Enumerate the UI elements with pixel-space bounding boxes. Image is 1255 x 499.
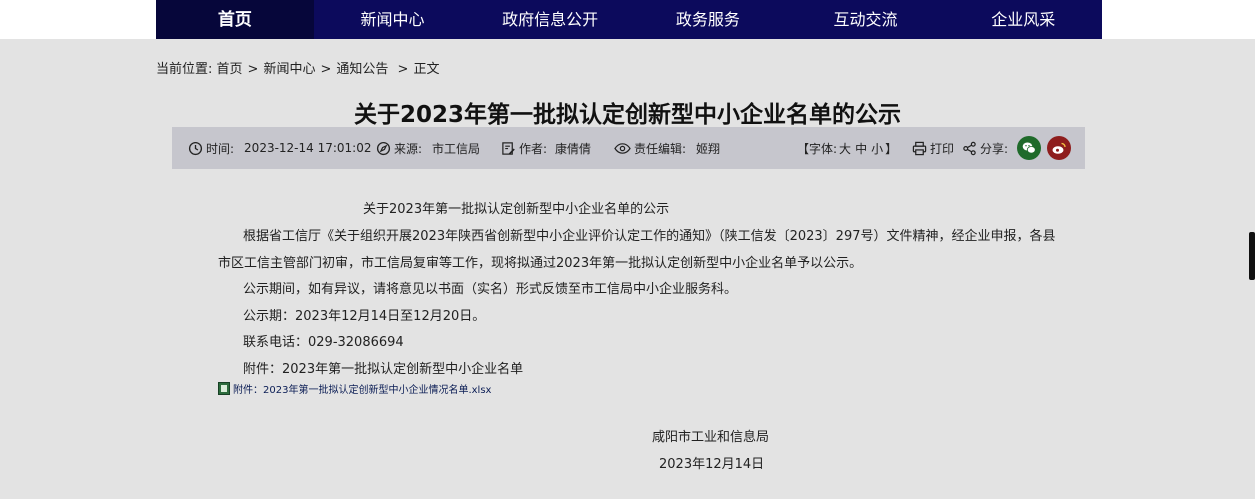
meta-editor: 责任编辑: 姬翔 <box>614 127 720 169</box>
weibo-icon <box>1052 142 1066 154</box>
body-para1-line1: 根据省工信厅《关于组织开展2023年陕西省创新型中小企业评价认定工作的通知》（陕… <box>243 229 1056 244</box>
print-label: 打印 <box>930 141 955 156</box>
font-size-small-button[interactable]: 小 <box>871 140 883 157</box>
breadcrumb-home[interactable]: 首页 <box>217 62 243 77</box>
body-para2: 公示期间，如有异议，请将意见以书面（实名）形式反馈至市工信局中小企业服务科。 <box>243 282 738 297</box>
breadcrumb-sep: > <box>247 62 259 77</box>
header-right-bg <box>1102 0 1255 39</box>
top-header: 首页 新闻中心 政府信息公开 政务服务 互动交流 企业风采 <box>0 0 1255 39</box>
share-wechat-button[interactable] <box>1017 136 1042 160</box>
breadcrumb-news[interactable]: 新闻中心 <box>263 62 315 77</box>
meta-time: 时间: 2023-12-14 17:01:02 <box>188 127 372 169</box>
edit-icon <box>502 141 515 155</box>
font-size-mid-button[interactable]: 中 <box>855 140 867 157</box>
nav-item-news[interactable]: 新闻中心 <box>314 0 472 39</box>
meta-source: 来源: 市工信局 <box>376 127 480 169</box>
font-size-control: 【字体: 大 中 小 】 <box>797 127 897 169</box>
breadcrumb: 当前位置: 首页 > 新闻中心 > 通知公告 > 正文 <box>156 58 439 77</box>
nav-item-enterprise[interactable]: 企业风采 <box>944 0 1102 39</box>
breadcrumb-sep: > <box>320 62 332 77</box>
clock-icon <box>188 141 203 155</box>
meta-author: 作者: 康倩倩 <box>501 127 591 169</box>
nav-item-interaction[interactable]: 互动交流 <box>787 0 945 39</box>
attachment-link[interactable]: 附件：2023年第一批拟认定创新型中小企业情况名单.xlsx <box>218 381 491 396</box>
font-size-big-button[interactable]: 大 <box>839 140 851 157</box>
breadcrumb-sep: > <box>397 62 409 77</box>
share-label: 分享: <box>980 141 1009 156</box>
excel-file-icon <box>218 382 230 395</box>
meta-time-label: 时间: <box>206 141 235 156</box>
meta-editor-value: 姬翔 <box>696 141 721 156</box>
font-size-label: 【字体: <box>797 141 838 156</box>
body-period: 公示期：2023年12月14日至12月20日。 <box>243 309 486 324</box>
main-nav: 首页 新闻中心 政府信息公开 政务服务 互动交流 企业风采 <box>156 0 1102 39</box>
nav-item-home[interactable]: 首页 <box>156 0 314 39</box>
body-subtitle: 关于2023年第一批拟认定创新型中小企业名单的公示 <box>363 202 670 217</box>
share-weibo-button[interactable] <box>1047 136 1072 160</box>
signature-date: 2023年12月14日 <box>659 457 765 472</box>
header-left-bg <box>0 0 156 39</box>
meta-editor-label: 责任编辑: <box>634 141 687 156</box>
meta-author-label: 作者: <box>519 141 548 156</box>
signature-org: 咸阳市工业和信息局 <box>652 430 770 445</box>
body-para1-line2: 市区工信主管部门初审，市工信局复审等工作，现将拟通过2023年第一批拟认定创新型… <box>218 256 863 271</box>
share-icon <box>963 141 976 155</box>
attachment-link-label: 附件：2023年第一批拟认定创新型中小企业情况名单.xlsx <box>233 385 492 396</box>
nav-item-gov-info[interactable]: 政府信息公开 <box>471 0 629 39</box>
article-title: 关于2023年第一批拟认定创新型中小企业名单的公示 <box>353 102 901 128</box>
wechat-icon <box>1022 142 1036 154</box>
meta-source-label: 来源: <box>394 141 423 156</box>
font-size-close: 】 <box>885 141 898 156</box>
print-button[interactable]: 打印 <box>912 127 954 169</box>
breadcrumb-notice[interactable]: 通知公告 <box>336 62 388 77</box>
body-attachment-text: 附件：2023年第一批拟认定创新型中小企业名单 <box>243 362 524 377</box>
meta-source-value: 市工信局 <box>432 141 481 156</box>
share-group: 分享: <box>962 127 1072 169</box>
scrollbar-thumb[interactable] <box>1249 232 1255 280</box>
compass-icon <box>376 141 391 155</box>
nav-item-services[interactable]: 政务服务 <box>629 0 787 39</box>
eye-icon <box>614 142 631 154</box>
article-meta-bar: 时间: 2023-12-14 17:01:02 来源: 市工信局 作者: 康倩倩… <box>172 127 1085 169</box>
meta-time-value: 2023-12-14 17:01:02 <box>244 141 372 155</box>
breadcrumb-current: 正文 <box>413 62 440 77</box>
body-phone: 联系电话：029-32086694 <box>243 335 404 350</box>
breadcrumb-prefix: 当前位置: <box>156 62 213 77</box>
printer-icon <box>912 141 927 155</box>
meta-author-value: 康倩倩 <box>555 141 592 156</box>
